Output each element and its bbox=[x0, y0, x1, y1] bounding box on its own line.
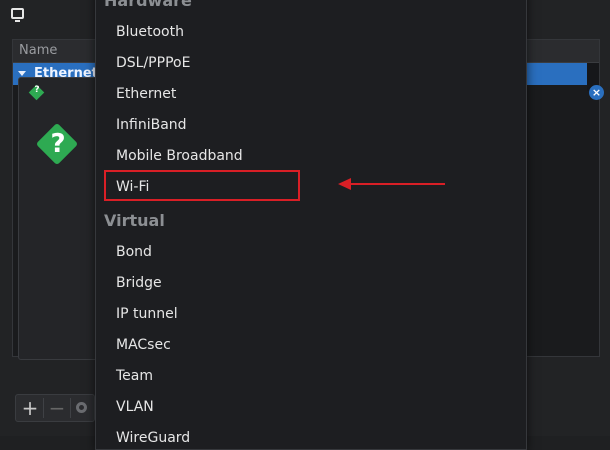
add-button[interactable]: + bbox=[17, 396, 43, 420]
menu-section-hardware: Hardware bbox=[104, 0, 192, 10]
menu-item-bluetooth[interactable]: Bluetooth bbox=[116, 24, 184, 40]
menu-item-bond[interactable]: Bond bbox=[116, 244, 152, 260]
menu-item-macsec[interactable]: MACsec bbox=[116, 337, 171, 353]
settings-button[interactable] bbox=[71, 396, 93, 420]
remove-button[interactable]: − bbox=[44, 396, 70, 420]
close-icon[interactable]: × bbox=[589, 85, 604, 100]
menu-item-vlan[interactable]: VLAN bbox=[116, 399, 154, 415]
column-name-header[interactable]: Name bbox=[19, 43, 57, 58]
question-mark-glyph: ? bbox=[50, 129, 66, 159]
question-mark-glyph: ? bbox=[34, 85, 40, 95]
connection-type-menu: Hardware Bluetooth DSL/PPPoE Ethernet In… bbox=[95, 0, 527, 450]
expander-arrow-icon[interactable] bbox=[18, 71, 26, 76]
annotation-arrow-head bbox=[338, 178, 351, 190]
gear-icon bbox=[76, 402, 87, 413]
annotation-arrow bbox=[350, 183, 445, 185]
menu-item-infiniband[interactable]: InfiniBand bbox=[116, 117, 187, 133]
bottom-toolbar: + − bbox=[15, 394, 95, 422]
wifi-highlight-box bbox=[104, 170, 300, 201]
menu-item-team[interactable]: Team bbox=[116, 368, 153, 384]
menu-item-ethernet[interactable]: Ethernet bbox=[116, 86, 176, 102]
menu-item-ip-tunnel[interactable]: IP tunnel bbox=[116, 306, 178, 322]
menu-item-bridge[interactable]: Bridge bbox=[116, 275, 162, 291]
menu-item-mobile-broadband[interactable]: Mobile Broadband bbox=[116, 148, 243, 164]
network-icon bbox=[11, 8, 24, 22]
menu-item-dsl-pppoe[interactable]: DSL/PPPoE bbox=[116, 55, 190, 71]
menu-item-wireguard[interactable]: WireGuard bbox=[116, 430, 190, 446]
menu-section-virtual: Virtual bbox=[104, 211, 165, 230]
